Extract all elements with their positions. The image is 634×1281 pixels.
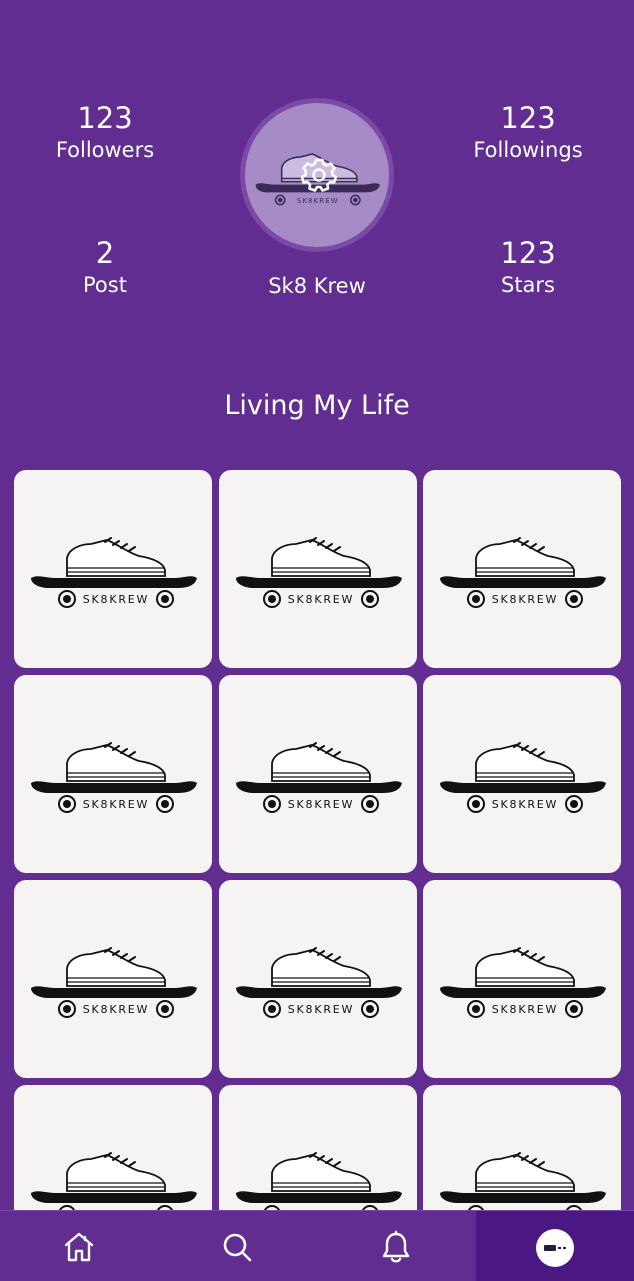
posts-count: 2 [95,236,115,270]
tile-logo-text: SK8KREW [492,1003,558,1016]
tile-logo-text: SK8KREW [492,798,558,811]
followers-stat[interactable]: 123 Followers [5,100,205,164]
post-tile[interactable]: SK8KREW [218,470,417,668]
posts-stat[interactable]: 2 Post [5,235,205,299]
followings-stat[interactable]: 123 Followings [428,100,628,164]
avatar-image: SK8KREW [245,103,389,247]
tile-logo-text: SK8KREW [83,798,149,811]
skate-shoe-logo: SK8KREW [31,947,197,1018]
skate-shoe-logo: SK8KREW [31,537,197,608]
settings-gear-icon[interactable] [301,157,337,193]
nav-notifications[interactable] [317,1211,475,1281]
stars-count: 123 [500,236,556,270]
followings-label: Followings [473,138,583,162]
stars-label: Stars [500,273,555,297]
skate-shoe-logo: SK8KREW [235,742,402,813]
post-tile[interactable]: SK8KREW [14,470,212,668]
skate-shoe-logo: SK8KREW [440,1152,606,1210]
skate-shoe-logo: SK8KREW [440,537,606,608]
post-tile[interactable]: SK8KREW [218,1085,417,1210]
post-tile[interactable]: SK8KREW [14,675,212,873]
nav-profile[interactable] [476,1211,634,1281]
followers-label: Followers [55,138,155,162]
skate-shoe-logo: SK8KREW [235,1152,402,1210]
tile-logo-text: SK8KREW [287,593,353,606]
avatar-logo-text: SK8KREW [297,197,339,205]
bottom-nav [0,1210,634,1281]
skate-shoe-logo: SK8KREW [31,1152,197,1210]
search-icon [223,1233,252,1262]
post-tile[interactable]: SK8KREW [423,880,621,1078]
post-tile[interactable]: SK8KREW [218,675,417,873]
posts-label: Post [83,273,127,297]
skate-shoe-logo: SK8KREW [440,947,606,1018]
tile-logo-text: SK8KREW [287,798,353,811]
profile-icon [536,1229,574,1267]
followings-count: 123 [500,101,556,135]
post-tile[interactable]: SK8KREW [423,1085,621,1210]
post-tile[interactable]: SK8KREW [423,470,621,668]
nav-home[interactable] [0,1211,158,1281]
bell-icon [382,1230,410,1263]
stars-stat[interactable]: 123 Stars [428,235,628,299]
post-tile[interactable]: SK8KREW [218,880,417,1078]
post-tile[interactable]: SK8KREW [14,1085,212,1210]
home-icon [64,1232,94,1262]
post-tile[interactable]: SK8KREW [423,675,621,873]
followers-count: 123 [77,101,133,135]
avatar[interactable]: SK8KREW [240,98,394,252]
skate-shoe-logo: SK8KREW [440,742,606,813]
profile-name: Sk8 Krew [268,274,366,298]
post-tile[interactable]: SK8KREW [14,880,212,1078]
skate-shoe-logo: SK8KREW [235,947,402,1018]
skate-shoe-logo: SK8KREW [235,537,402,608]
tile-logo-text: SK8KREW [83,1003,149,1016]
nav-search[interactable] [158,1211,316,1281]
skate-shoe-logo: SK8KREW [31,742,197,813]
tile-logo-text: SK8KREW [83,593,149,606]
tile-logo-text: SK8KREW [492,593,558,606]
profile-bio: Living My Life [224,390,410,421]
post-grid: SK8KREW SK8KREW SK8KREW SK8KREW SK8KREW SK8KR… [14,470,622,1210]
tile-logo-text: SK8KREW [287,1003,353,1016]
